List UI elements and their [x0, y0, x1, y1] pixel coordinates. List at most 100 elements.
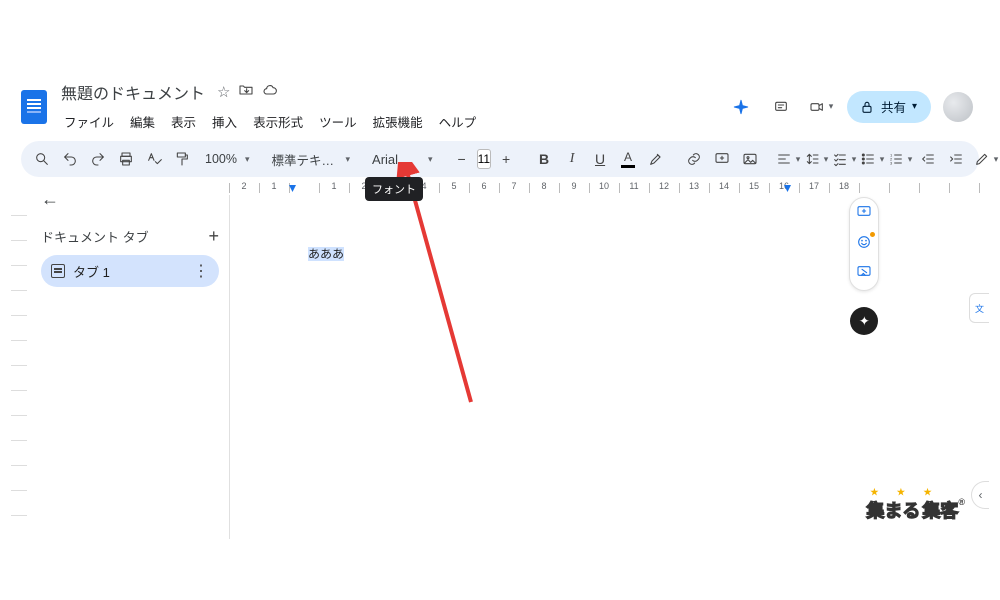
- menu-edit[interactable]: 編集: [123, 108, 162, 135]
- lock-icon: [859, 99, 875, 115]
- chevron-down-icon: ▾: [245, 154, 250, 165]
- tab-more-icon[interactable]: ⋮: [193, 261, 209, 281]
- add-tab-button[interactable]: +: [208, 226, 219, 247]
- move-folder-icon[interactable]: [238, 82, 254, 102]
- ruler-number: 5: [439, 181, 469, 191]
- document-tab-item[interactable]: タブ 1 ⋮: [41, 255, 219, 287]
- watermark-stars-icon: ★ ★ ★: [870, 487, 939, 498]
- zoom-value: 100%: [201, 152, 241, 166]
- share-label: 共有: [881, 97, 906, 116]
- svg-text:3: 3: [890, 160, 893, 165]
- watermark-text-2: 集客: [922, 501, 958, 521]
- main-area: ← ドキュメント タブ + タブ 1 ⋮ 2112345678910111213…: [11, 177, 989, 539]
- paragraph-style-value: 標準テキ…: [270, 150, 342, 169]
- paragraph-style-dropdown[interactable]: 標準テキ… ▾: [266, 146, 355, 172]
- translate-sidebar-tab[interactable]: 文: [969, 293, 989, 323]
- paint-format-icon[interactable]: [169, 146, 195, 172]
- font-size-increase-button[interactable]: +: [493, 146, 519, 172]
- docs-app-icon[interactable]: [21, 90, 47, 124]
- ruler-number: 12: [649, 181, 679, 191]
- text-color-button[interactable]: A: [615, 146, 641, 172]
- menu-insert[interactable]: 挿入: [205, 108, 244, 135]
- menu-format[interactable]: 表示形式: [246, 108, 310, 135]
- ruler-number: 14: [709, 181, 739, 191]
- formatting-toolbar: 100% ▾ 標準テキ… ▾ Arial ▾ − 11 + B I U A ▾ ▾ ▾…: [21, 141, 979, 177]
- indent-decrease-button[interactable]: [915, 146, 941, 172]
- document-title-input[interactable]: 無題のドキュメント: [57, 78, 209, 106]
- chevron-down-icon: ▾: [428, 154, 433, 165]
- search-menu-icon[interactable]: [29, 146, 55, 172]
- indent-increase-button[interactable]: [943, 146, 969, 172]
- line-spacing-dropdown[interactable]: ▾: [803, 146, 829, 172]
- title-row: 無題のドキュメント ☆: [57, 78, 483, 106]
- horizontal-ruler[interactable]: 21123456789101112131415161718: [229, 177, 989, 193]
- account-avatar[interactable]: [943, 92, 973, 122]
- bold-button[interactable]: B: [531, 146, 557, 172]
- add-comment-button[interactable]: [709, 146, 735, 172]
- italic-button[interactable]: I: [559, 146, 585, 172]
- ruler-number: 10: [589, 181, 619, 191]
- ruler-number: 16: [769, 181, 799, 191]
- ruler-number: 9: [559, 181, 589, 191]
- ruler-number: 18: [829, 181, 859, 191]
- ruler-number: 8: [529, 181, 559, 191]
- menu-extensions[interactable]: 拡張機能: [366, 108, 430, 135]
- font-size-decrease-button[interactable]: −: [449, 146, 475, 172]
- tab-icon: [51, 264, 65, 278]
- undo-icon[interactable]: [57, 146, 83, 172]
- document-body-text[interactable]: あああ: [308, 245, 344, 262]
- comment-emoji-pill: [849, 197, 879, 291]
- font-family-dropdown[interactable]: Arial ▾: [366, 146, 437, 172]
- sidebar-heading: ドキュメント タブ: [41, 227, 149, 246]
- menu-view[interactable]: 表示: [164, 108, 203, 135]
- font-family-value: Arial: [370, 152, 424, 167]
- checklist-dropdown[interactable]: ▾: [831, 146, 857, 172]
- watermark-registered: ®: [958, 497, 965, 507]
- document-canvas: 21123456789101112131415161718 あああ ✦: [229, 177, 989, 539]
- align-dropdown[interactable]: ▾: [775, 146, 801, 172]
- zoom-dropdown[interactable]: 100% ▾: [197, 146, 254, 172]
- bulleted-list-dropdown[interactable]: ▾: [859, 146, 885, 172]
- menu-bar: ファイル 編集 表示 挿入 表示形式 ツール 拡張機能 ヘルプ: [57, 108, 483, 135]
- editing-mode-dropdown[interactable]: ▾: [973, 146, 999, 172]
- menu-help[interactable]: ヘルプ: [432, 108, 484, 135]
- comments-history-icon[interactable]: [767, 93, 795, 121]
- highlight-color-button[interactable]: [643, 146, 669, 172]
- redo-icon[interactable]: [85, 146, 111, 172]
- menu-file[interactable]: ファイル: [57, 108, 121, 135]
- tab-label: タブ 1: [73, 262, 110, 281]
- ruler-number: 13: [679, 181, 709, 191]
- document-tabs-sidebar: ← ドキュメント タブ + タブ 1 ⋮: [27, 177, 229, 539]
- share-button[interactable]: 共有 ▾: [847, 91, 931, 123]
- font-tooltip: フォント: [365, 177, 423, 201]
- app-window: 無題のドキュメント ☆ ファイル 編集 表示 挿入 表示形式 ツール 拡張機能 …: [11, 72, 989, 520]
- numbered-list-dropdown[interactable]: 123▾: [887, 146, 913, 172]
- watermark: ★ ★ ★ 集まる集客®: [866, 497, 965, 523]
- insert-link-button[interactable]: [681, 146, 707, 172]
- emoji-reaction-icon[interactable]: [856, 234, 872, 254]
- ruler-number: 7: [499, 181, 529, 191]
- suggest-edits-icon[interactable]: [856, 264, 872, 284]
- add-comment-icon[interactable]: [856, 204, 872, 224]
- spellcheck-icon[interactable]: [141, 146, 167, 172]
- ruler-number: 1: [319, 181, 349, 191]
- vertical-ruler: [11, 177, 27, 539]
- underline-button[interactable]: U: [587, 146, 613, 172]
- meet-icon[interactable]: ▾: [807, 93, 835, 121]
- ruler-number: 6: [469, 181, 499, 191]
- print-icon[interactable]: [113, 146, 139, 172]
- ruler-number: 15: [739, 181, 769, 191]
- ruler-number: 11: [619, 181, 649, 191]
- watermark-text-1: 集まる: [866, 501, 920, 521]
- gemini-side-button[interactable]: ✦: [844, 301, 884, 341]
- cloud-status-icon[interactable]: [262, 82, 278, 102]
- back-arrow-icon[interactable]: ←: [41, 189, 59, 210]
- chevron-down-icon: ▾: [912, 101, 917, 112]
- insert-image-button[interactable]: [737, 146, 763, 172]
- gemini-icon[interactable]: [727, 93, 755, 121]
- star-icon[interactable]: ☆: [217, 83, 230, 101]
- chevron-down-icon: ▾: [346, 154, 351, 165]
- menu-tools[interactable]: ツール: [312, 108, 364, 135]
- font-size-input[interactable]: 11: [477, 149, 491, 169]
- title-right-controls: ▾ 共有 ▾: [727, 91, 979, 123]
